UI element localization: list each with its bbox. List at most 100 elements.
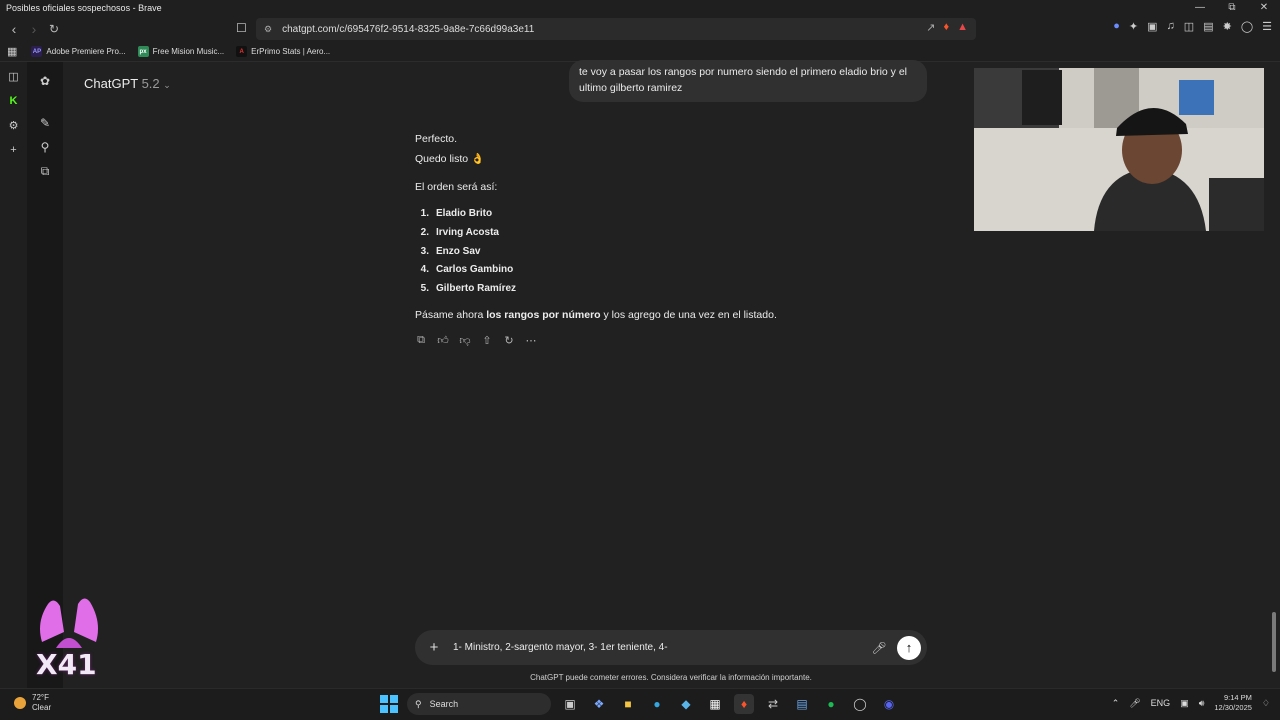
model-version[interactable]: 5.2 (142, 76, 160, 91)
reload-icon[interactable]: ↻ (44, 22, 64, 36)
assistant-intro: El orden será así: (415, 181, 498, 193)
wallet-icon[interactable]: ▤ (1203, 20, 1213, 33)
url-text[interactable]: chatgpt.com/c/695476f2-9514-8325-9a8e-7c… (282, 24, 534, 35)
window-titlebar: Posibles oficiales sospechosos - Brave —… (0, 0, 1280, 16)
clock-time: 9:14 PM (1223, 693, 1252, 702)
model-label[interactable]: ChatGPT (84, 76, 138, 91)
closing-text-post: y los agrego de una vez en el listado. (600, 309, 777, 321)
store-icon[interactable]: ▦ (705, 694, 725, 714)
address-bar[interactable]: ⚙ chatgpt.com/c/695476f2-9514-8325-9a8e-… (256, 18, 976, 40)
clapping-hands-icon (40, 598, 98, 648)
extension-icon[interactable]: ● (1113, 20, 1120, 33)
model-selector[interactable]: ChatGPT 5.2 ⌄ (84, 76, 171, 91)
bookmark-item[interactable]: px Free Mision Music... (137, 46, 225, 57)
close-window-button[interactable]: ✕ (1248, 0, 1280, 16)
forward-arrow-icon[interactable]: › (24, 21, 44, 37)
bookmark-label[interactable]: Adobe Premiere Pro... (46, 47, 125, 56)
message-actions: ⧉ 👍︎ 👎︎ ⇧ ↻ ⋯ (415, 334, 537, 347)
list-item: 4. Carlos Gambino (420, 264, 514, 276)
prompt-input[interactable]: 1- Ministro, 2-sargento mayor, 3- 1er te… (453, 642, 869, 653)
sidebar-toggle-icon[interactable]: ◫ (1184, 20, 1194, 33)
edge-icon[interactable]: ● (647, 694, 667, 714)
copy-icon[interactable]: ⧉ (415, 334, 427, 347)
bookmark-item[interactable]: AP Adobe Premiere Pro... (31, 46, 126, 57)
brave-shields-icon[interactable]: ♦ (943, 21, 949, 34)
chrome-icon[interactable]: ◯ (850, 694, 870, 714)
user-message: te voy a pasar los rangos por numero sie… (569, 60, 927, 102)
window-title: Posibles oficiales sospechosos - Brave (6, 3, 162, 13)
copilot-icon[interactable]: ❖ (589, 694, 609, 714)
file-explorer-icon[interactable]: ■ (618, 694, 638, 714)
attach-plus-icon[interactable]: + (415, 639, 453, 656)
vpn-icon[interactable]: ◯ (1241, 20, 1253, 33)
brave-rewards-icon[interactable]: ▲ (957, 21, 968, 34)
window-app-icon[interactable]: ▤ (792, 694, 812, 714)
puzzle-icon[interactable]: ✦ (1129, 20, 1138, 33)
microphone-icon[interactable]: 🎤︎ (869, 641, 889, 655)
closing-text-bold: los rangos por número (486, 309, 601, 321)
assistant-line-2-text: Quedo listo (415, 153, 469, 165)
thumbs-up-icon[interactable]: 👍︎ (437, 334, 449, 347)
webcam-image (974, 68, 1264, 231)
ok-hand-emoji: 👌 (471, 153, 485, 165)
m365-icon[interactable]: ◆ (676, 694, 696, 714)
bookmark-item[interactable]: A ErPrimo Stats | Aero... (236, 46, 330, 57)
discord-icon[interactable]: ◉ (879, 694, 899, 714)
scrollbar-thumb[interactable] (1272, 612, 1276, 672)
weather-sun-icon (14, 697, 26, 709)
back-arrow-icon[interactable]: ‹ (4, 21, 24, 37)
link-icon[interactable]: ⇄ (763, 694, 783, 714)
new-chat-icon[interactable]: ✎ (40, 116, 50, 130)
brave-taskbar-icon[interactable]: ♦ (734, 694, 754, 714)
bookmark-page-icon[interactable]: ☐ (236, 21, 247, 35)
search-glass-icon: ⚲ (415, 698, 422, 709)
tray-mic-icon[interactable]: 🎤︎ (1129, 698, 1140, 709)
music-icon[interactable]: ♫ (1167, 20, 1175, 33)
library-icon[interactable]: ⧉ (41, 164, 50, 178)
bookmark-label[interactable]: ErPrimo Stats | Aero... (251, 47, 330, 56)
bookmark-label[interactable]: Free Mision Music... (153, 47, 225, 56)
restore-button[interactable]: ⧉ (1216, 0, 1248, 16)
share-icon[interactable]: ↗ (926, 21, 935, 34)
windows-start-icon[interactable] (380, 695, 398, 713)
notification-bell-icon[interactable]: ♢ (1262, 698, 1270, 709)
more-options-icon[interactable]: ⋯ (525, 334, 537, 347)
menu-icon[interactable]: ☰ (1262, 20, 1272, 33)
screenshot-icon[interactable]: ▣ (1147, 20, 1157, 33)
browser-sidebar: ◫ K ⚙ + (0, 62, 27, 688)
minimize-button[interactable]: — (1184, 0, 1216, 16)
weather-widget[interactable]: 72°F Clear (14, 693, 51, 713)
share-message-icon[interactable]: ⇧ (481, 334, 493, 347)
sidebar-panel-icon[interactable]: ◫ (8, 70, 18, 83)
task-view-icon[interactable]: ▣ (560, 694, 580, 714)
chevron-down-icon[interactable]: ⌄ (163, 80, 171, 90)
leo-ai-icon[interactable]: ✸ (1223, 20, 1232, 33)
send-button[interactable]: ↑ (897, 635, 921, 660)
openai-logo-icon[interactable]: ✿ (40, 74, 50, 88)
spotify-icon[interactable]: ● (821, 694, 841, 714)
music-site-icon: px (137, 46, 149, 57)
search-icon[interactable]: ⚲ (41, 140, 50, 154)
tray-chevron-icon[interactable]: ⌃ (1112, 698, 1120, 709)
thumbs-down-icon[interactable]: 👎︎ (459, 334, 471, 347)
clock[interactable]: 9:14 PM 12/30/2025 (1214, 693, 1252, 713)
volume-icon[interactable]: 🔊︎ (1199, 698, 1205, 709)
kick-icon[interactable]: K (10, 95, 18, 107)
site-info-icon[interactable]: ⚙ (264, 24, 272, 35)
list-item: 5. Gilberto Ramírez (420, 283, 517, 295)
webcam-overlay (974, 68, 1264, 231)
network-icon[interactable]: ▣ (1180, 698, 1189, 709)
assistant-closing: Pásame ahora los rangos por número y los… (415, 309, 777, 321)
taskbar-search[interactable]: ⚲ Search (407, 693, 551, 715)
apps-grid-icon[interactable]: ▦ (7, 45, 17, 58)
regenerate-icon[interactable]: ↻ (503, 334, 515, 347)
language-indicator[interactable]: ENG (1151, 698, 1171, 708)
taskbar-apps: ⚲ Search ▣ ❖ ■ ● ◆ ▦ ♦ ⇄ ▤ ● ◯ ◉ (380, 693, 899, 715)
assistant-line-1: Perfecto. (415, 133, 458, 145)
closing-text-pre: Pásame ahora (415, 309, 487, 321)
settings-icon[interactable]: ⚙ (9, 119, 19, 132)
disclaimer-text: ChatGPT puede cometer errores. Considera… (530, 673, 812, 682)
assistant-line-2: Quedo listo 👌 (415, 152, 484, 165)
windows-taskbar: 72°F Clear ⚲ Search ▣ ❖ ■ ● ◆ ▦ ♦ ⇄ ▤ ● … (0, 688, 1280, 720)
add-panel-icon[interactable]: + (10, 144, 16, 156)
